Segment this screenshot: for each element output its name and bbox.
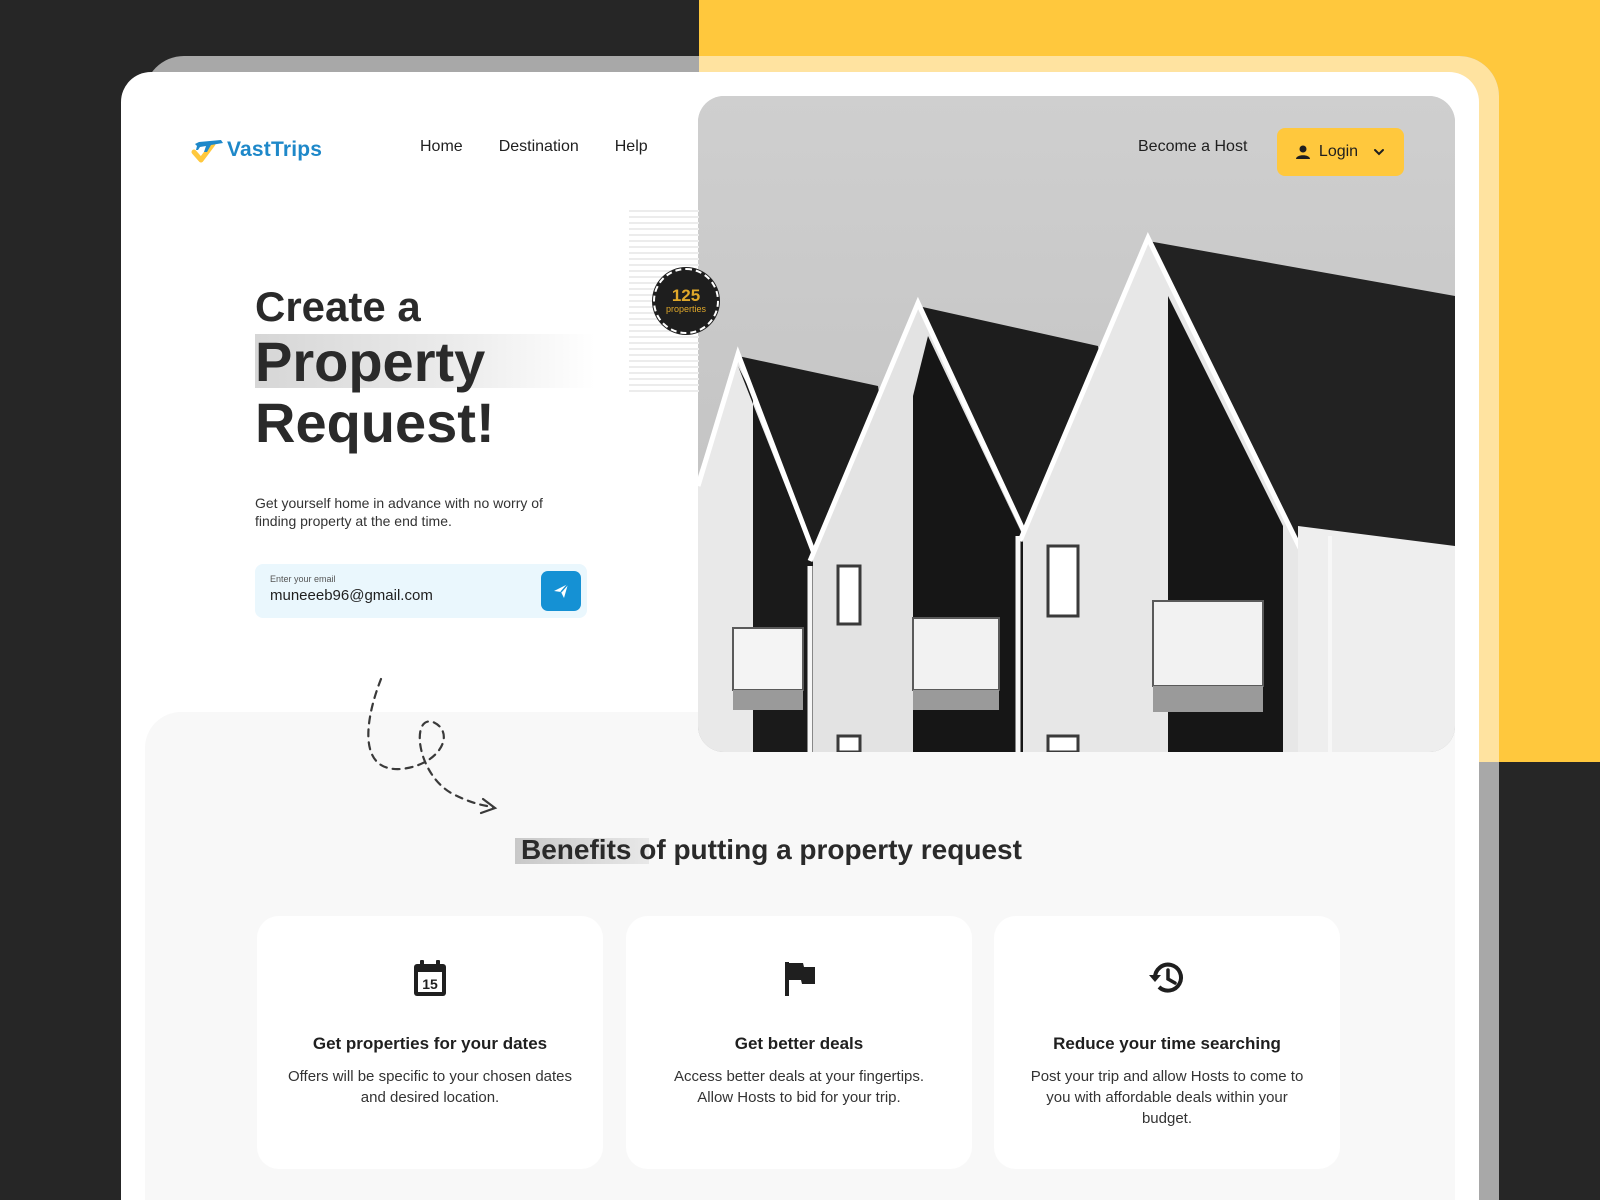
dashed-arrow-doodle: [367, 677, 498, 815]
badge-label: properties: [665, 304, 707, 314]
headline-line-2: Property: [255, 332, 596, 392]
send-icon: [554, 583, 569, 598]
email-input[interactable]: [270, 587, 520, 604]
become-host-link[interactable]: Become a Host: [1138, 138, 1247, 156]
properties-count-badge: 125 properties: [653, 268, 719, 334]
headline-line-1: Create a: [255, 283, 421, 330]
benefit-card-deals: Get better deals Access better deals at …: [626, 916, 972, 1169]
send-button[interactable]: [541, 571, 581, 611]
email-label: Enter your email: [270, 574, 336, 584]
benefit-text: Access better deals at your fingertips. …: [673, 1068, 925, 1106]
benefits-title-highlight: Benefits: [514, 834, 650, 865]
brand-logo[interactable]: VastTrips: [191, 134, 322, 166]
hero-house-photo: [698, 96, 1455, 752]
benefits-title: Benefits of putting a property request: [514, 834, 1022, 866]
benefit-title: Get better deals: [734, 1034, 864, 1053]
chevron-down-icon: [1374, 149, 1385, 156]
user-icon: [1295, 145, 1310, 159]
hero-headline: Create a Property Request!: [255, 282, 596, 454]
brand-name: VastTrips: [227, 138, 323, 161]
svg-text:15: 15: [422, 976, 438, 992]
nav-home[interactable]: Home: [420, 138, 463, 156]
email-field: Enter your email: [255, 564, 587, 618]
benefit-text: Post your trip and allow Hosts to come t…: [1030, 1068, 1304, 1127]
badge-count: 125: [671, 286, 701, 305]
plane-check-icon: [191, 134, 225, 166]
main-nav: Home Destination Help: [420, 138, 648, 156]
benefit-card-dates: 15 Get properties for your dates Offers …: [257, 916, 603, 1169]
history-icon: [1149, 962, 1183, 993]
login-button[interactable]: Login: [1277, 128, 1404, 176]
nav-destination[interactable]: Destination: [499, 138, 579, 156]
page-card: VastTrips Home Destination Help Become a…: [121, 72, 1479, 1200]
benefit-text: Offers will be specific to your chosen d…: [287, 1068, 573, 1106]
benefit-card-time: Reduce your time searching Post your tri…: [994, 916, 1340, 1169]
calendar-icon: 15: [414, 960, 446, 996]
benefit-title: Reduce your time searching: [1053, 1034, 1281, 1053]
hero-subtext: Get yourself home in advance with no wor…: [255, 495, 543, 529]
benefits-title-rest: of putting a property request: [631, 834, 1022, 865]
benefit-title: Get properties for your dates: [312, 1034, 548, 1053]
nav-help[interactable]: Help: [615, 138, 648, 156]
login-label: Login: [1318, 143, 1359, 160]
flag-icon: [785, 962, 815, 996]
headline-line-3: Request!: [255, 391, 495, 454]
